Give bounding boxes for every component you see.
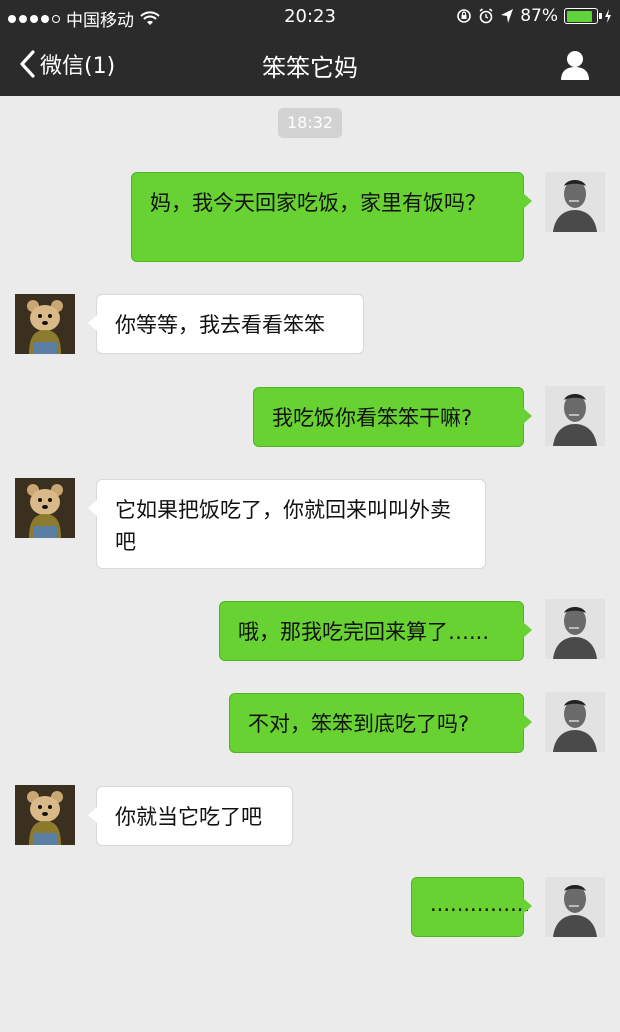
my-avatar[interactable] [545,386,605,446]
person-portrait-icon [545,386,605,446]
dog-portrait-icon [15,478,75,538]
battery-fill [566,10,592,22]
dog-portrait-icon [15,785,75,845]
my-avatar[interactable] [545,599,605,659]
status-bar: 中国移动 20:23 87% [0,0,620,34]
person-portrait-icon [545,877,605,937]
message-bubble-outgoing[interactable]: 哦，那我吃完回来算了…... [219,601,532,661]
person-portrait-icon [545,692,605,752]
battery-percent: 87% [520,6,558,26]
charging-icon [605,9,611,23]
person-portrait-icon [545,599,605,659]
message-bubble-outgoing[interactable]: 我吃饭你看笨笨干嘛? [253,387,532,447]
message-bubble-outgoing[interactable]: ............... [411,877,532,937]
my-avatar[interactable] [545,172,605,232]
dog-portrait-icon [15,294,75,354]
alarm-icon [479,8,493,24]
message-bubble-outgoing[interactable]: 妈，我今天回家吃饭，家里有饭吗？ [131,172,532,262]
my-avatar[interactable] [545,692,605,752]
contact-avatar[interactable] [15,478,75,538]
contact-avatar[interactable] [15,785,75,845]
location-icon [501,9,514,23]
message-bubble-outgoing[interactable]: 不对，笨笨到底吃了吗? [229,693,532,753]
message-bubble-incoming[interactable]: 你等等，我去看看笨笨 [88,294,364,354]
person-portrait-icon [545,172,605,232]
rotation-lock-icon [457,9,472,23]
message-bubble-incoming[interactable]: 它如果把饭吃了，你就回来叫叫外卖吧 [88,479,486,569]
navigation-bar: 微信(1) 笨笨它妈 [0,34,620,96]
message-bubble-incoming[interactable]: 你就当它吃了吧 [88,786,293,846]
chat-title: 笨笨它妈 [262,54,358,82]
message-timestamp: 18:32 [278,108,342,138]
battery-icon [564,8,602,24]
my-avatar[interactable] [545,877,605,937]
contact-profile-icon[interactable] [558,48,592,82]
status-right: 87% [456,6,612,26]
chat-area[interactable]: 18:32 妈，我今天回家吃饭，家里有饭吗？ 你等等，我去看看笨笨 我吃饭你看笨… [0,96,620,1032]
contact-avatar[interactable] [15,294,75,354]
